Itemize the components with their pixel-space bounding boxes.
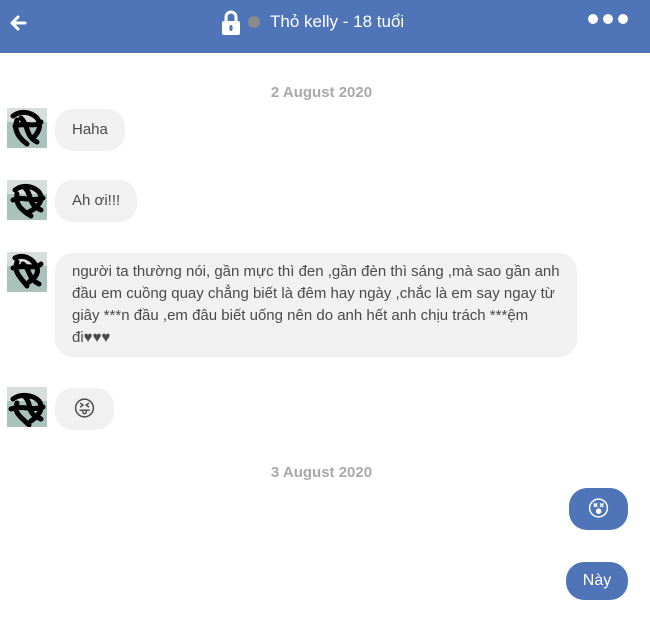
lock-icon bbox=[222, 10, 240, 35]
more-options-icon[interactable] bbox=[588, 10, 628, 28]
avatar[interactable] bbox=[7, 252, 47, 292]
avatar[interactable] bbox=[7, 108, 47, 148]
chat-title: Thỏ kelly - 18 tuổi bbox=[270, 12, 405, 31]
tongue-face-emoji: 😝 bbox=[73, 396, 96, 421]
incoming-message: Haha bbox=[55, 109, 125, 151]
avatar[interactable] bbox=[7, 387, 47, 427]
dizzy-face-emoji: 😵 bbox=[587, 496, 610, 521]
status-dot-icon bbox=[248, 16, 260, 28]
back-arrow-icon[interactable] bbox=[8, 13, 28, 33]
date-separator: 3 August 2020 bbox=[270, 464, 373, 481]
outgoing-message: 😵 bbox=[569, 488, 628, 530]
chat-title-area[interactable]: Thỏ kelly - 18 tuổi bbox=[220, 7, 404, 37]
outgoing-message: Này bbox=[566, 562, 628, 600]
incoming-message: Ah ơi!!! bbox=[55, 180, 138, 222]
incoming-message: người ta thường nói, gần mực thì đen ,gầ… bbox=[55, 253, 577, 357]
date-separator: 2 August 2020 bbox=[270, 84, 373, 101]
avatar[interactable] bbox=[7, 180, 47, 220]
chat-header: Thỏ kelly - 18 tuổi bbox=[0, 0, 650, 53]
incoming-message: 😝 bbox=[55, 388, 114, 430]
